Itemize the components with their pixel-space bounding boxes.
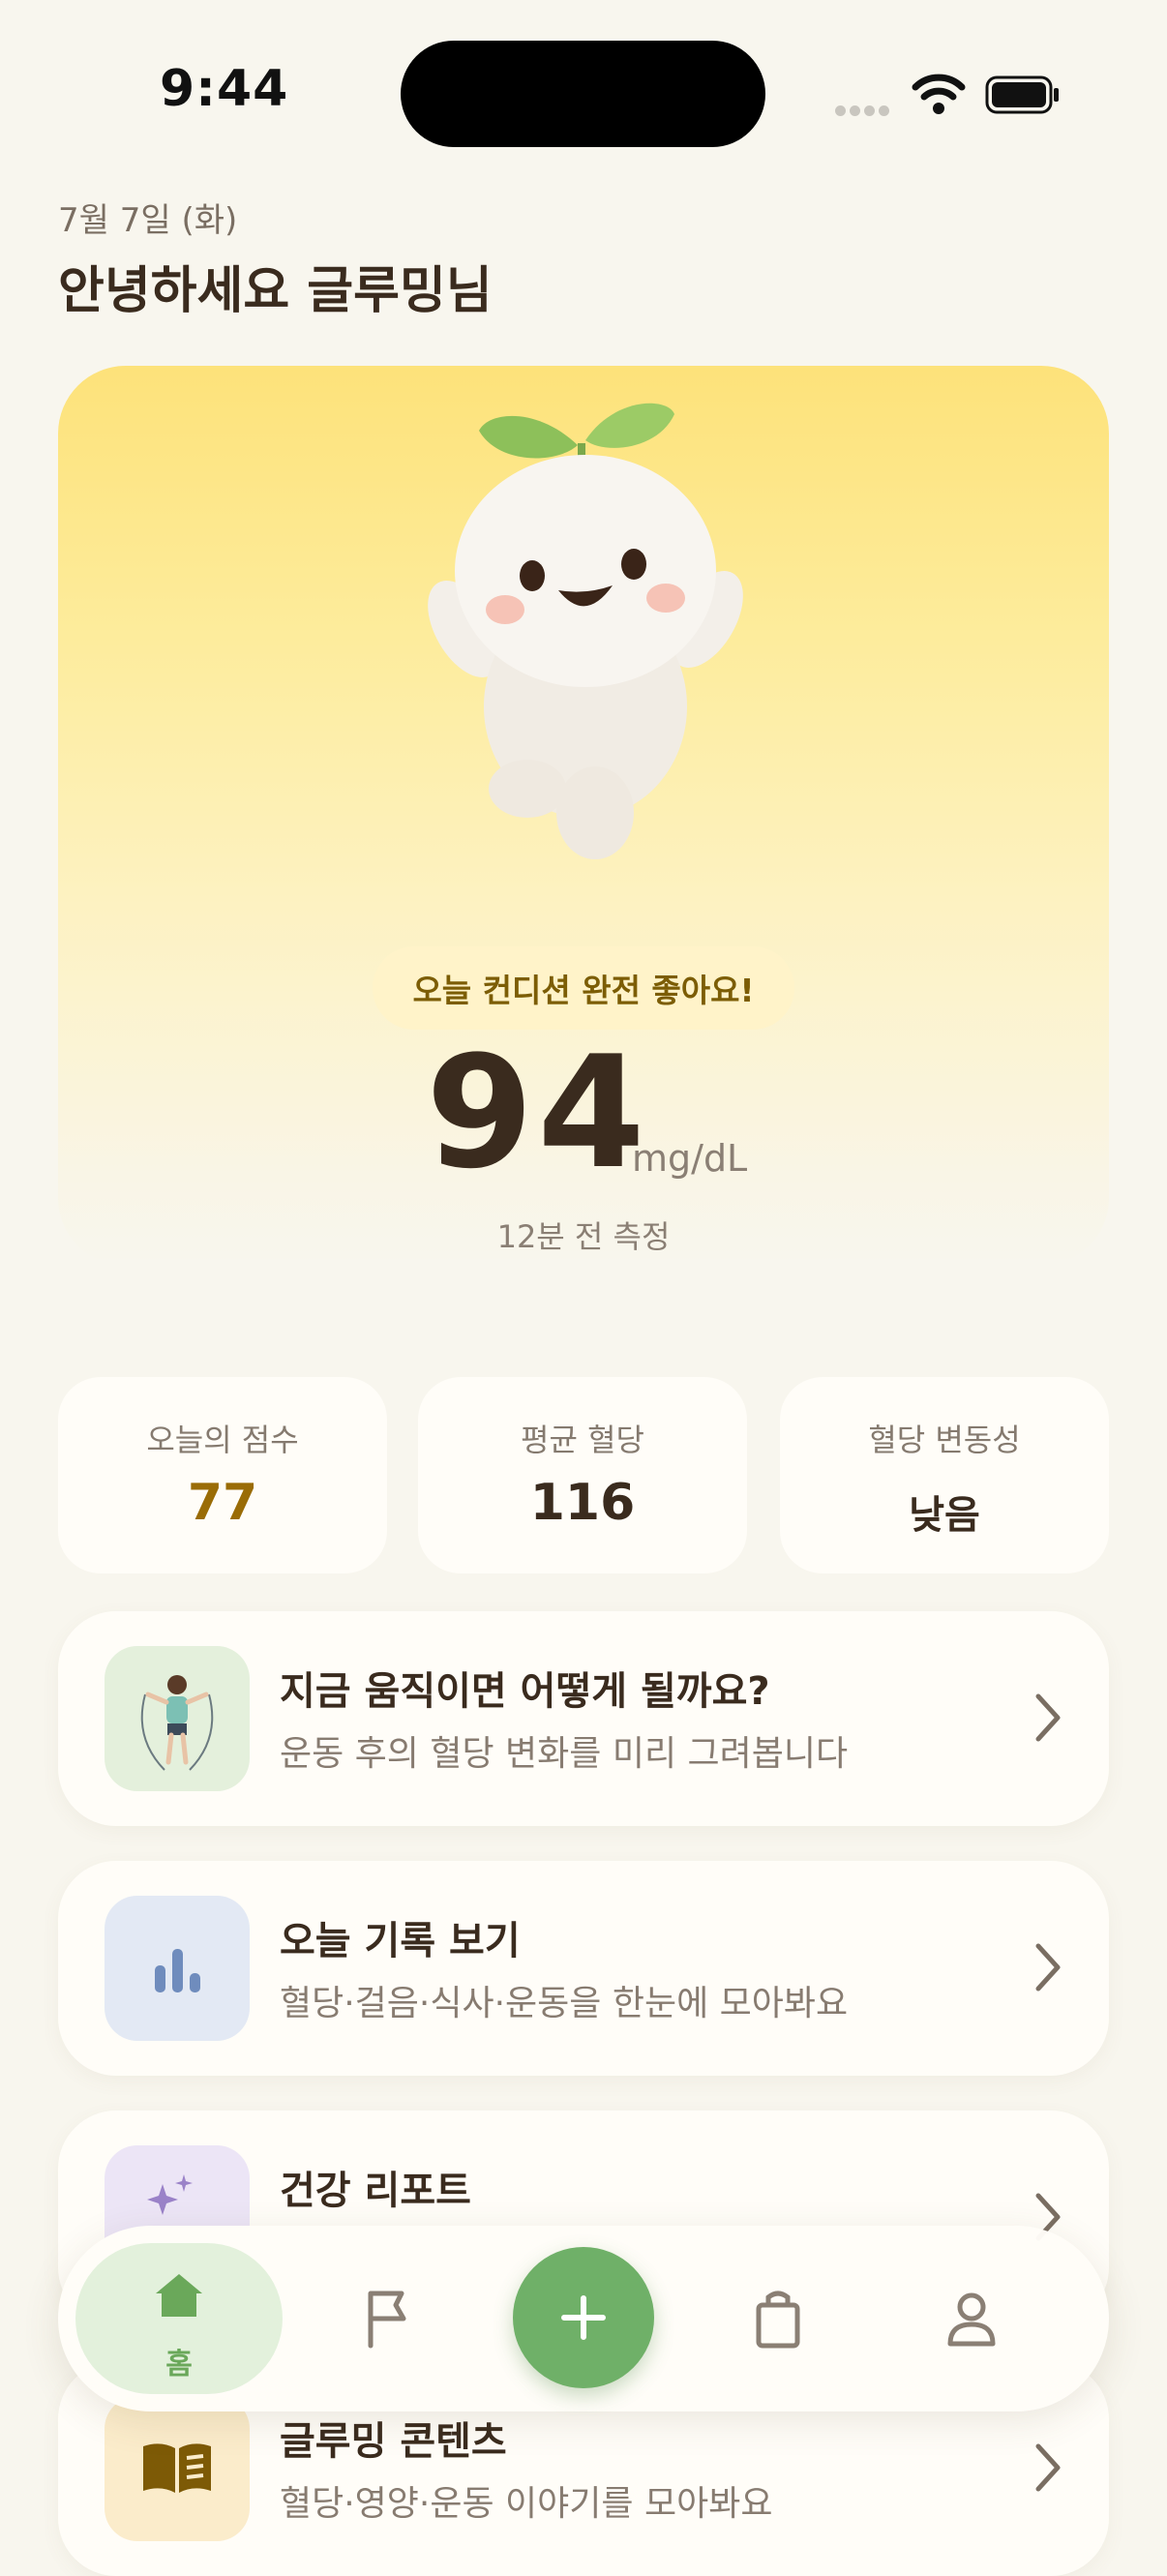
shopping-bag-icon[interactable] [735, 2276, 821, 2361]
stat-card-average-glucose[interactable]: 평균 혈당 116 [418, 1377, 747, 1573]
stat-value: 낮음 [909, 1493, 980, 1538]
chevron-right-icon [1035, 1693, 1061, 1742]
flag-icon[interactable] [344, 2276, 429, 2361]
stat-card-score[interactable]: 오늘의 점수 77 [58, 1377, 387, 1573]
add-button[interactable] [513, 2247, 654, 2388]
nav-home-label: 홈 [165, 2348, 193, 2381]
jump-rope-icon [105, 1646, 250, 1791]
bottom-navigation: 홈 [58, 2226, 1109, 2411]
stat-value: 116 [529, 1474, 636, 1532]
profile-icon[interactable] [929, 2276, 1014, 2361]
bar-chart-icon [105, 1896, 250, 2041]
menu-subtitle: 혈당·걸음·식사·운동을 한눈에 모아봐요 [280, 1984, 849, 2023]
dynamic-island [401, 41, 765, 147]
stat-label: 혈당 변동성 [868, 1422, 1021, 1458]
battery-icon [985, 75, 1059, 114]
add-icon [561, 2295, 606, 2340]
condition-badge: 오늘 컨디션 완전 좋아요! [373, 946, 794, 1030]
menu-card-today-records[interactable]: 오늘 기록 보기 혈당·걸음·식사·운동을 한눈에 모아봐요 [58, 1861, 1109, 2076]
measured-time: 12분 전 측정 [496, 1218, 671, 1255]
menu-subtitle: 혈당·영양·운동 이야기를 모아봐요 [280, 2484, 773, 2524]
status-time: 9:44 [160, 60, 289, 118]
menu-card-exercise-simulation[interactable]: 지금 움직이면 어떻게 될까요? 운동 후의 혈당 변화를 미리 그려봅니다 [58, 1611, 1109, 1826]
chevron-right-icon [1035, 1943, 1061, 1992]
today-date: 7월 7일 (화) [58, 201, 238, 240]
menu-title: 건강 리포트 [280, 2169, 471, 2213]
glucose-value: 94 [426, 1022, 649, 1203]
stat-label: 오늘의 점수 [146, 1422, 299, 1458]
book-icon [105, 2396, 250, 2541]
stat-card-variability[interactable]: 혈당 변동성 낮음 [780, 1377, 1109, 1573]
menu-title: 지금 움직이면 어떻게 될까요? [280, 1669, 770, 1714]
home-icon [156, 2274, 202, 2317]
menu-title: 글루밍 콘텐츠 [280, 2419, 507, 2464]
greeting-title: 안녕하세요 글루밍님 [58, 262, 493, 320]
cellular-signal-icon [835, 102, 893, 116]
glucose-unit: mg/dL [632, 1137, 748, 1180]
wifi-icon [912, 74, 966, 114]
chevron-right-icon [1035, 2443, 1061, 2492]
stat-value: 77 [187, 1474, 258, 1532]
sprout-mascot-illustration [428, 403, 743, 859]
menu-title: 오늘 기록 보기 [280, 1919, 521, 1963]
menu-subtitle: 운동 후의 혈당 변화를 미리 그려봅니다 [280, 1734, 849, 1774]
stat-label: 평균 혈당 [521, 1422, 644, 1458]
nav-home-tab[interactable]: 홈 [75, 2243, 283, 2394]
